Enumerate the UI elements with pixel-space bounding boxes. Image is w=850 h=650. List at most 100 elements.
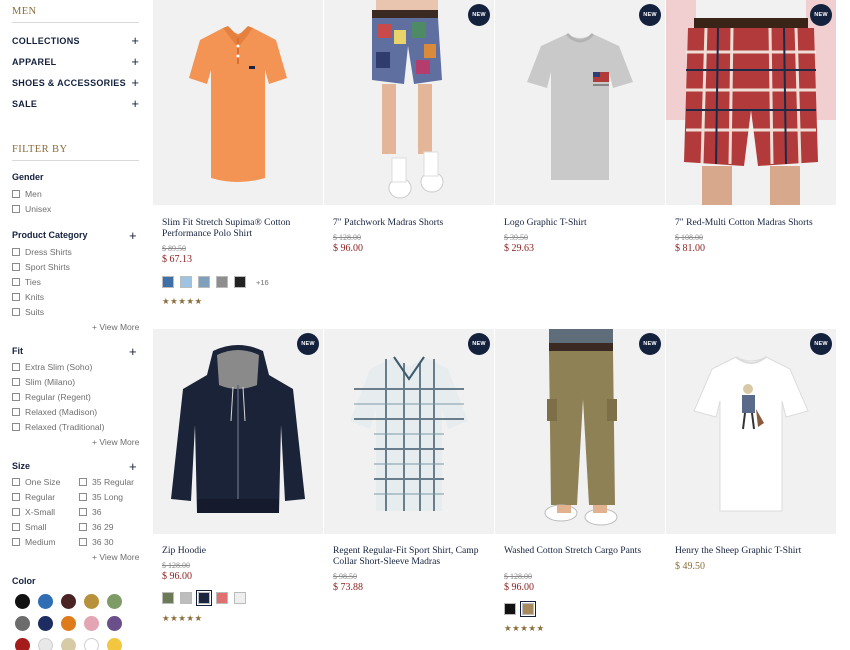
gender-option-unisex[interactable]: Unisex xyxy=(12,204,51,214)
product-card[interactable]: NEW Washed Cotton Stretch Cargo Pants $ … xyxy=(495,329,665,650)
fit-option-extra-slim[interactable]: Extra Slim (Soho) xyxy=(12,362,92,372)
size-option[interactable]: 36 29 xyxy=(79,522,114,532)
fit-option-relaxed-madison[interactable]: Relaxed (Madison) xyxy=(12,407,97,417)
product-image[interactable]: NEW xyxy=(324,0,494,205)
size-option[interactable]: X-Small xyxy=(12,507,55,517)
checkbox[interactable] xyxy=(12,508,20,516)
checkbox[interactable] xyxy=(12,263,20,271)
checkbox[interactable] xyxy=(12,205,20,213)
product-card[interactable]: NEW Henry the Sheep Graphic T-Shirt $ 49… xyxy=(666,329,836,650)
checkbox[interactable] xyxy=(12,523,20,531)
checkbox[interactable] xyxy=(79,508,87,516)
gender-option-men[interactable]: Men xyxy=(12,189,42,199)
checkbox[interactable] xyxy=(79,478,87,486)
checkbox[interactable] xyxy=(12,378,20,386)
size-option[interactable]: 36 30 xyxy=(79,537,114,547)
product-image[interactable] xyxy=(153,0,323,205)
product-image[interactable]: NEW xyxy=(495,0,665,205)
size-option[interactable]: Small xyxy=(12,522,47,532)
checkbox[interactable] xyxy=(12,423,20,431)
product-card[interactable]: NEW 7" Red-Multi Cotton Madras Shorts $ … xyxy=(666,0,836,325)
size-option[interactable]: 35 Regular xyxy=(79,477,134,487)
color-filter-swatch[interactable] xyxy=(38,638,53,650)
category-sale[interactable]: SALE + xyxy=(12,97,139,111)
checkbox[interactable] xyxy=(12,278,20,286)
product-image[interactable]: NEW xyxy=(153,329,323,534)
category-option-ties[interactable]: Ties xyxy=(12,277,41,287)
product-card[interactable]: NEW Regent Regular-Fit Sport Shirt, Camp… xyxy=(324,329,494,650)
product-name[interactable]: Henry the Sheep Graphic T-Shirt xyxy=(675,545,835,556)
product-name[interactable]: Slim Fit Stretch Supima® Cotton Performa… xyxy=(162,217,322,239)
checkbox[interactable] xyxy=(12,308,20,316)
checkbox[interactable] xyxy=(12,478,20,486)
product-image[interactable]: NEW xyxy=(324,329,494,534)
color-filter-swatch[interactable] xyxy=(38,616,53,631)
color-filter-swatch[interactable] xyxy=(15,638,30,650)
size-option[interactable]: 36 xyxy=(79,507,102,517)
color-filter-swatch[interactable] xyxy=(61,638,76,650)
expand-plus-icon[interactable]: + xyxy=(129,460,137,473)
product-image[interactable]: NEW xyxy=(666,0,836,205)
product-name[interactable]: Washed Cotton Stretch Cargo Pants xyxy=(504,545,664,556)
size-option[interactable]: One Size xyxy=(12,477,60,487)
color-filter-swatch[interactable] xyxy=(38,594,53,609)
category-collections[interactable]: COLLECTIONS + xyxy=(12,34,139,48)
product-name[interactable]: Regent Regular-Fit Sport Shirt, Camp Col… xyxy=(333,545,493,567)
color-filter-swatch[interactable] xyxy=(107,594,122,609)
fit-view-more-link[interactable]: + View More xyxy=(92,437,139,447)
color-swatch[interactable] xyxy=(504,603,516,615)
color-filter-swatch[interactable] xyxy=(61,594,76,609)
product-image[interactable]: NEW xyxy=(666,329,836,534)
color-swatch[interactable] xyxy=(180,276,192,288)
product-card[interactable]: NEW Logo Graphic T-Shirt $ 39.50 $ 29.63 xyxy=(495,0,665,325)
category-option-suits[interactable]: Suits xyxy=(12,307,44,317)
checkbox[interactable] xyxy=(12,408,20,416)
checkbox[interactable] xyxy=(12,538,20,546)
product-name[interactable]: Zip Hoodie xyxy=(162,545,322,556)
color-swatch[interactable] xyxy=(180,592,192,604)
checkbox[interactable] xyxy=(79,493,87,501)
checkbox[interactable] xyxy=(12,248,20,256)
size-option[interactable]: Medium xyxy=(12,537,56,547)
color-filter-swatch[interactable] xyxy=(15,616,30,631)
category-shoes-accessories[interactable]: SHOES & ACCESSORIES + xyxy=(12,76,139,90)
product-name[interactable]: Logo Graphic T-Shirt xyxy=(504,217,664,228)
product-card[interactable]: NEW Zip Hoodie $ 128.00 $ 96.00 ★★★★★ xyxy=(153,329,323,650)
product-name[interactable]: 7" Red-Multi Cotton Madras Shorts xyxy=(675,217,835,228)
color-filter-swatch[interactable] xyxy=(107,638,122,650)
fit-option-regular[interactable]: Regular (Regent) xyxy=(12,392,91,402)
color-swatch-selected[interactable] xyxy=(520,601,536,617)
size-option[interactable]: Regular xyxy=(12,492,55,502)
checkbox[interactable] xyxy=(79,523,87,531)
fit-option-slim[interactable]: Slim (Milano) xyxy=(12,377,75,387)
color-filter-swatch[interactable] xyxy=(107,616,122,631)
color-filter-swatch[interactable] xyxy=(15,594,30,609)
size-option[interactable]: 35 Long xyxy=(79,492,123,502)
category-option-knits[interactable]: Knits xyxy=(12,292,44,302)
color-swatch[interactable] xyxy=(198,276,210,288)
color-filter-swatch[interactable] xyxy=(84,594,99,609)
expand-plus-icon[interactable]: + xyxy=(129,345,137,358)
expand-plus-icon[interactable]: + xyxy=(129,229,137,242)
category-option-dress-shirts[interactable]: Dress Shirts xyxy=(12,247,72,257)
product-card[interactable]: Slim Fit Stretch Supima® Cotton Performa… xyxy=(153,0,323,325)
checkbox[interactable] xyxy=(12,493,20,501)
checkbox[interactable] xyxy=(79,538,87,546)
category-option-sport-shirts[interactable]: Sport Shirts xyxy=(12,262,70,272)
color-swatch[interactable] xyxy=(234,592,246,604)
color-filter-swatch[interactable] xyxy=(61,616,76,631)
checkbox[interactable] xyxy=(12,363,20,371)
category-view-more-link[interactable]: + View More xyxy=(92,322,139,332)
color-swatch[interactable] xyxy=(216,276,228,288)
category-apparel[interactable]: APPAREL + xyxy=(12,55,139,69)
color-swatch[interactable] xyxy=(216,592,228,604)
checkbox[interactable] xyxy=(12,293,20,301)
checkbox[interactable] xyxy=(12,190,20,198)
color-filter-swatch[interactable] xyxy=(84,616,99,631)
color-swatch[interactable] xyxy=(162,592,174,604)
color-swatch[interactable] xyxy=(162,276,174,288)
size-view-more-link[interactable]: + View More xyxy=(92,552,139,562)
fit-option-relaxed-traditional[interactable]: Relaxed (Traditional) xyxy=(12,422,104,432)
color-swatch-selected[interactable] xyxy=(196,590,212,606)
product-name[interactable]: 7" Patchwork Madras Shorts xyxy=(333,217,493,228)
